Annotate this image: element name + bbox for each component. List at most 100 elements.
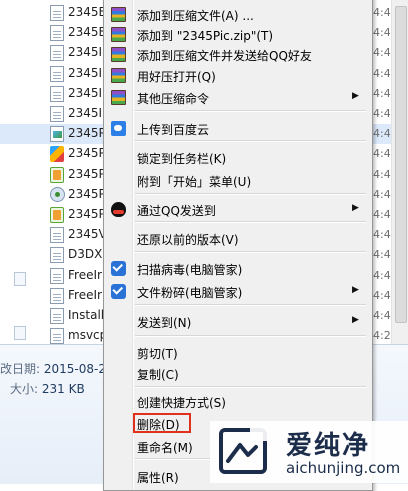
- menu-item-label: 文件粉碎(电脑管家): [137, 286, 243, 300]
- file-name: 2345P: [68, 146, 106, 161]
- gear-globe-icon: [50, 186, 65, 202]
- menu-item-label: 锁定到任务栏(K): [137, 152, 227, 166]
- modified-date: 改日期: 2015-08-2: [0, 360, 106, 377]
- scrollbar-thumb[interactable]: [395, 6, 407, 323]
- file-name: 2345E: [68, 25, 107, 40]
- file-name: FreeIr: [68, 287, 102, 302]
- submenu-arrow-icon: ▶: [352, 315, 359, 325]
- document-icon: [50, 85, 64, 102]
- menu-item-11[interactable]: 文件粉碎(电脑管家) ▶: [106, 281, 368, 303]
- file-name: 2345P: [68, 186, 106, 201]
- menu-separator: [135, 110, 366, 112]
- menu-item-14[interactable]: 复制(C): [106, 363, 368, 385]
- menu-item-label: 还原以前的版本(V): [137, 233, 239, 247]
- menu-item-3[interactable]: 用好压打开(Q): [106, 65, 368, 87]
- file-name: 2345E: [68, 5, 107, 19]
- watermark-domain: aichunjing.com: [286, 459, 401, 477]
- menu-item-label: 其他压缩命令: [137, 92, 210, 106]
- vertical-scrollbar[interactable]: [391, 0, 408, 344]
- menu-separator: [135, 386, 366, 388]
- file-name: 2345I: [68, 65, 103, 80]
- menu-item-4[interactable]: 其他压缩命令 ▶: [106, 87, 368, 109]
- menu-item-label: 添加到压缩文件(A) ...: [137, 9, 254, 23]
- watermark: 爱纯净 aichunjing.com: [210, 421, 408, 483]
- menu-item-label: 通过QQ发送到: [137, 204, 216, 218]
- menu-item-9[interactable]: 还原以前的版本(V): [106, 228, 368, 250]
- file-name: 2345P: [68, 126, 106, 141]
- file-name: 2345I: [68, 45, 103, 60]
- menu-separator: [135, 193, 366, 195]
- document-icon: [50, 106, 64, 122]
- menu-item-label: 用好压打开(Q): [137, 70, 216, 84]
- menu-separator: [135, 140, 366, 142]
- modified-date-label: 改日期:: [0, 362, 41, 376]
- context-menu: 添加到压缩文件(A) ... 添加到 "2345Pic.zip"(T) 添加到压缩文…: [103, 0, 373, 491]
- winrar-icon: [111, 68, 126, 83]
- menu-item-13[interactable]: 剪切(T): [106, 342, 368, 364]
- winrar-icon: [111, 7, 126, 22]
- document-icon: [50, 25, 64, 42]
- menu-item-label: 属性(R): [137, 471, 179, 485]
- file-name: 2345P: [68, 207, 106, 221]
- menu-item-label: 重命名(M): [137, 441, 193, 455]
- menu-item-8[interactable]: 通过QQ发送到 ▶: [106, 199, 368, 221]
- menu-separator: [135, 335, 366, 337]
- file-size-label: 大小:: [10, 382, 39, 396]
- file-name: 2345I: [68, 85, 103, 100]
- menu-item-label: 上传到百度云: [137, 123, 210, 137]
- winrar-icon: [111, 47, 126, 62]
- picture-viewer-icon: [50, 126, 64, 143]
- menu-item-label: 附到「开始」菜单(U): [137, 175, 252, 189]
- document-icon: [50, 287, 64, 304]
- menu-item-5[interactable]: 上传到百度云: [106, 118, 368, 140]
- menu-item-2[interactable]: 添加到压缩文件并发送给QQ好友: [106, 44, 368, 66]
- submenu-arrow-icon: ▶: [352, 285, 359, 295]
- file-name: 2345I: [68, 106, 103, 120]
- menu-item-label: 添加到 "2345Pic.zip"(T): [137, 29, 274, 43]
- menu-item-10[interactable]: 扫描病毒(电脑管家): [106, 258, 368, 280]
- menu-item-1[interactable]: 添加到 "2345Pic.zip"(T): [106, 24, 368, 46]
- submenu-arrow-icon: ▶: [352, 203, 359, 213]
- document-icon: [50, 267, 64, 284]
- document-icon: [50, 5, 64, 21]
- menu-item-label: 创建快捷方式(S): [137, 396, 226, 410]
- file-name: msvcp: [68, 328, 108, 343]
- menu-separator: [135, 221, 366, 223]
- delete-highlight-box: [133, 413, 191, 433]
- menu-separator: [135, 251, 366, 253]
- document-icon: [50, 45, 64, 62]
- file-name: 2345P: [68, 166, 106, 181]
- winrar-icon: [111, 27, 126, 42]
- file-name: FreeIr: [68, 267, 102, 282]
- menu-item-12[interactable]: 发送到(N) ▶: [106, 311, 368, 333]
- menu-item-label: 复制(C): [137, 368, 179, 382]
- menu-item-label: 添加到压缩文件并发送给QQ好友: [137, 49, 312, 63]
- menu-item-0[interactable]: 添加到压缩文件(A) ...: [106, 4, 368, 26]
- file-name: Install: [68, 308, 105, 322]
- menu-separator: [135, 304, 366, 306]
- watermark-title: 爱纯净: [286, 431, 371, 461]
- document-icon: [50, 65, 64, 82]
- baidu-cloud-icon: [111, 121, 126, 136]
- qq-penguin-icon: [111, 202, 126, 217]
- green-app-icon: [50, 207, 64, 223]
- green-app-icon: [50, 166, 64, 183]
- document-icon: [50, 247, 64, 264]
- file-name: D3DX: [68, 247, 103, 262]
- menu-item-7[interactable]: 附到「开始」菜单(U): [106, 170, 368, 192]
- menu-item-6[interactable]: 锁定到任务栏(K): [106, 147, 368, 169]
- multicolor-app-icon: [50, 146, 64, 163]
- menu-item-label: 发送到(N): [137, 316, 192, 330]
- modified-date-value: 2015-08-2: [43, 362, 106, 376]
- tencent-shield-icon: [111, 284, 126, 299]
- menu-item-15[interactable]: 创建快捷方式(S): [106, 391, 368, 413]
- file-name: 2345V: [68, 227, 107, 242]
- document-icon: [50, 328, 64, 345]
- document-icon: [50, 227, 64, 244]
- aichunjing-logo: [219, 427, 268, 474]
- file-size-value: 231 KB: [41, 382, 85, 396]
- menu-item-label: 扫描病毒(电脑管家): [137, 263, 243, 277]
- winrar-icon: [111, 90, 126, 105]
- tencent-shield-icon: [111, 261, 126, 276]
- document-icon: [50, 308, 64, 324]
